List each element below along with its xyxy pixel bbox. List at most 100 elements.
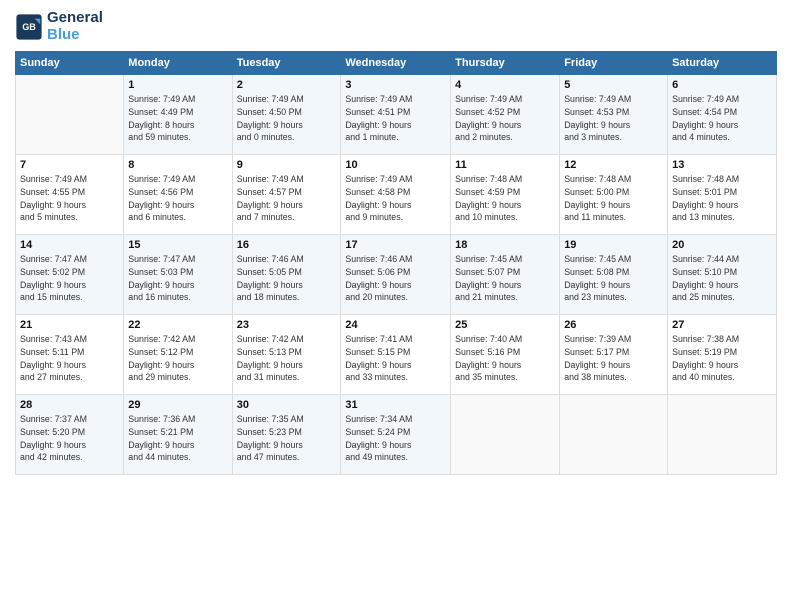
logo: GB General Blue (15, 10, 103, 43)
calendar-cell: 6 Sunrise: 7:49 AMSunset: 4:54 PMDaylight… (668, 75, 777, 155)
calendar-cell: 4Sunrise: 7:49 AMSunset: 4:52 PMDaylight… (451, 75, 560, 155)
day-number: 19 (564, 239, 663, 251)
calendar-week-row: 21 Sunrise: 7:43 AMSunset: 5:11 PMDayligh… (16, 315, 777, 395)
day-header-tuesday: Tuesday (232, 52, 341, 75)
day-info: Sunrise: 7:49 AMSunset: 4:54 PMDaylight:… (672, 93, 772, 144)
day-info: Sunrise: 7:46 AMSunset: 5:06 PMDaylight:… (345, 253, 446, 304)
day-number: 30 (237, 399, 337, 411)
day-info: Sunrise: 7:36 AMSunset: 5:21 PMDaylight:… (128, 413, 227, 464)
calendar-cell: 1 Sunrise: 7:49 AMSunset: 4:49 PMDaylight… (124, 75, 232, 155)
day-info: Sunrise: 7:49 AMSunset: 4:57 PMDaylight:… (237, 173, 337, 224)
day-info: Sunrise: 7:49 AMSunset: 4:51 PMDaylight:… (345, 93, 446, 144)
day-header-monday: Monday (124, 52, 232, 75)
day-number: 25 (455, 319, 555, 331)
header: GB General Blue (15, 10, 777, 43)
day-number: 13 (672, 159, 772, 171)
calendar-cell: 11 Sunrise: 7:48 AMSunset: 4:59 PMDayligh… (451, 155, 560, 235)
logo-icon: GB (15, 13, 43, 41)
day-number: 14 (20, 239, 119, 251)
day-number: 9 (237, 159, 337, 171)
day-number: 8 (128, 159, 227, 171)
calendar-cell: 25 Sunrise: 7:40 AMSunset: 5:16 PMDayligh… (451, 315, 560, 395)
day-number: 29 (128, 399, 227, 411)
calendar-cell: 17 Sunrise: 7:46 AMSunset: 5:06 PMDayligh… (341, 235, 451, 315)
day-info: Sunrise: 7:48 AMSunset: 5:00 PMDaylight:… (564, 173, 663, 224)
day-number: 27 (672, 319, 772, 331)
day-number: 24 (345, 319, 446, 331)
day-info: Sunrise: 7:45 AMSunset: 5:07 PMDaylight:… (455, 253, 555, 304)
calendar-cell (560, 395, 668, 475)
day-info: Sunrise: 7:48 AMSunset: 5:01 PMDaylight:… (672, 173, 772, 224)
day-info: Sunrise: 7:41 AMSunset: 5:15 PMDaylight:… (345, 333, 446, 384)
calendar-week-row: 14 Sunrise: 7:47 AMSunset: 5:02 PMDayligh… (16, 235, 777, 315)
day-info: Sunrise: 7:49 AMSunset: 4:50 PMDaylight:… (237, 93, 337, 144)
day-number: 6 (672, 79, 772, 91)
day-info: Sunrise: 7:37 AMSunset: 5:20 PMDaylight:… (20, 413, 119, 464)
day-info: Sunrise: 7:35 AMSunset: 5:23 PMDaylight:… (237, 413, 337, 464)
calendar-cell: 12Sunrise: 7:48 AMSunset: 5:00 PMDayligh… (560, 155, 668, 235)
calendar-week-row: 28Sunrise: 7:37 AMSunset: 5:20 PMDayligh… (16, 395, 777, 475)
day-number: 15 (128, 239, 227, 251)
calendar-week-row: 1 Sunrise: 7:49 AMSunset: 4:49 PMDaylight… (16, 75, 777, 155)
day-info: Sunrise: 7:47 AMSunset: 5:02 PMDaylight:… (20, 253, 119, 304)
calendar-cell: 28Sunrise: 7:37 AMSunset: 5:20 PMDayligh… (16, 395, 124, 475)
day-info: Sunrise: 7:49 AMSunset: 4:58 PMDaylight:… (345, 173, 446, 224)
calendar-body: 1 Sunrise: 7:49 AMSunset: 4:49 PMDaylight… (16, 75, 777, 475)
calendar-cell: 18 Sunrise: 7:45 AMSunset: 5:07 PMDayligh… (451, 235, 560, 315)
day-info: Sunrise: 7:49 AMSunset: 4:49 PMDaylight:… (128, 93, 227, 144)
day-header-thursday: Thursday (451, 52, 560, 75)
day-info: Sunrise: 7:42 AMSunset: 5:13 PMDaylight:… (237, 333, 337, 384)
day-number: 16 (237, 239, 337, 251)
day-number: 7 (20, 159, 119, 171)
day-info: Sunrise: 7:45 AMSunset: 5:08 PMDaylight:… (564, 253, 663, 304)
day-info: Sunrise: 7:49 AMSunset: 4:56 PMDaylight:… (128, 173, 227, 224)
day-header-wednesday: Wednesday (341, 52, 451, 75)
day-number: 26 (564, 319, 663, 331)
day-number: 4 (455, 79, 555, 91)
day-info: Sunrise: 7:46 AMSunset: 5:05 PMDaylight:… (237, 253, 337, 304)
day-info: Sunrise: 7:38 AMSunset: 5:19 PMDaylight:… (672, 333, 772, 384)
calendar-cell: 9 Sunrise: 7:49 AMSunset: 4:57 PMDaylight… (232, 155, 341, 235)
calendar-cell: 2 Sunrise: 7:49 AMSunset: 4:50 PMDaylight… (232, 75, 341, 155)
day-info: Sunrise: 7:49 AMSunset: 4:53 PMDaylight:… (564, 93, 663, 144)
calendar-cell (16, 75, 124, 155)
day-number: 2 (237, 79, 337, 91)
day-info: Sunrise: 7:40 AMSunset: 5:16 PMDaylight:… (455, 333, 555, 384)
calendar-cell: 8 Sunrise: 7:49 AMSunset: 4:56 PMDaylight… (124, 155, 232, 235)
day-number: 5 (564, 79, 663, 91)
calendar-cell: 30 Sunrise: 7:35 AMSunset: 5:23 PMDayligh… (232, 395, 341, 475)
calendar-cell: 24 Sunrise: 7:41 AMSunset: 5:15 PMDayligh… (341, 315, 451, 395)
calendar-cell (451, 395, 560, 475)
day-header-friday: Friday (560, 52, 668, 75)
calendar-cell: 13 Sunrise: 7:48 AMSunset: 5:01 PMDayligh… (668, 155, 777, 235)
day-number: 1 (128, 79, 227, 91)
day-info: Sunrise: 7:47 AMSunset: 5:03 PMDaylight:… (128, 253, 227, 304)
day-number: 10 (345, 159, 446, 171)
calendar-cell: 22Sunrise: 7:42 AMSunset: 5:12 PMDayligh… (124, 315, 232, 395)
day-number: 21 (20, 319, 119, 331)
calendar-cell: 23 Sunrise: 7:42 AMSunset: 5:13 PMDayligh… (232, 315, 341, 395)
calendar-cell: 21 Sunrise: 7:43 AMSunset: 5:11 PMDayligh… (16, 315, 124, 395)
calendar-cell: 20Sunrise: 7:44 AMSunset: 5:10 PMDayligh… (668, 235, 777, 315)
day-info: Sunrise: 7:48 AMSunset: 4:59 PMDaylight:… (455, 173, 555, 224)
calendar-cell: 14 Sunrise: 7:47 AMSunset: 5:02 PMDayligh… (16, 235, 124, 315)
calendar-cell: 5 Sunrise: 7:49 AMSunset: 4:53 PMDaylight… (560, 75, 668, 155)
day-number: 17 (345, 239, 446, 251)
day-number: 18 (455, 239, 555, 251)
day-number: 23 (237, 319, 337, 331)
day-info: Sunrise: 7:42 AMSunset: 5:12 PMDaylight:… (128, 333, 227, 384)
calendar-cell: 3Sunrise: 7:49 AMSunset: 4:51 PMDaylight… (341, 75, 451, 155)
calendar-week-row: 7 Sunrise: 7:49 AMSunset: 4:55 PMDaylight… (16, 155, 777, 235)
calendar-cell: 31Sunrise: 7:34 AMSunset: 5:24 PMDayligh… (341, 395, 451, 475)
calendar-cell: 26Sunrise: 7:39 AMSunset: 5:17 PMDayligh… (560, 315, 668, 395)
calendar-cell: 19 Sunrise: 7:45 AMSunset: 5:08 PMDayligh… (560, 235, 668, 315)
calendar-cell (668, 395, 777, 475)
day-info: Sunrise: 7:43 AMSunset: 5:11 PMDaylight:… (20, 333, 119, 384)
day-number: 11 (455, 159, 555, 171)
day-header-saturday: Saturday (668, 52, 777, 75)
calendar-cell: 15 Sunrise: 7:47 AMSunset: 5:03 PMDayligh… (124, 235, 232, 315)
day-number: 20 (672, 239, 772, 251)
calendar-cell: 27 Sunrise: 7:38 AMSunset: 5:19 PMDayligh… (668, 315, 777, 395)
calendar-cell: 29 Sunrise: 7:36 AMSunset: 5:21 PMDayligh… (124, 395, 232, 475)
day-info: Sunrise: 7:49 AMSunset: 4:55 PMDaylight:… (20, 173, 119, 224)
